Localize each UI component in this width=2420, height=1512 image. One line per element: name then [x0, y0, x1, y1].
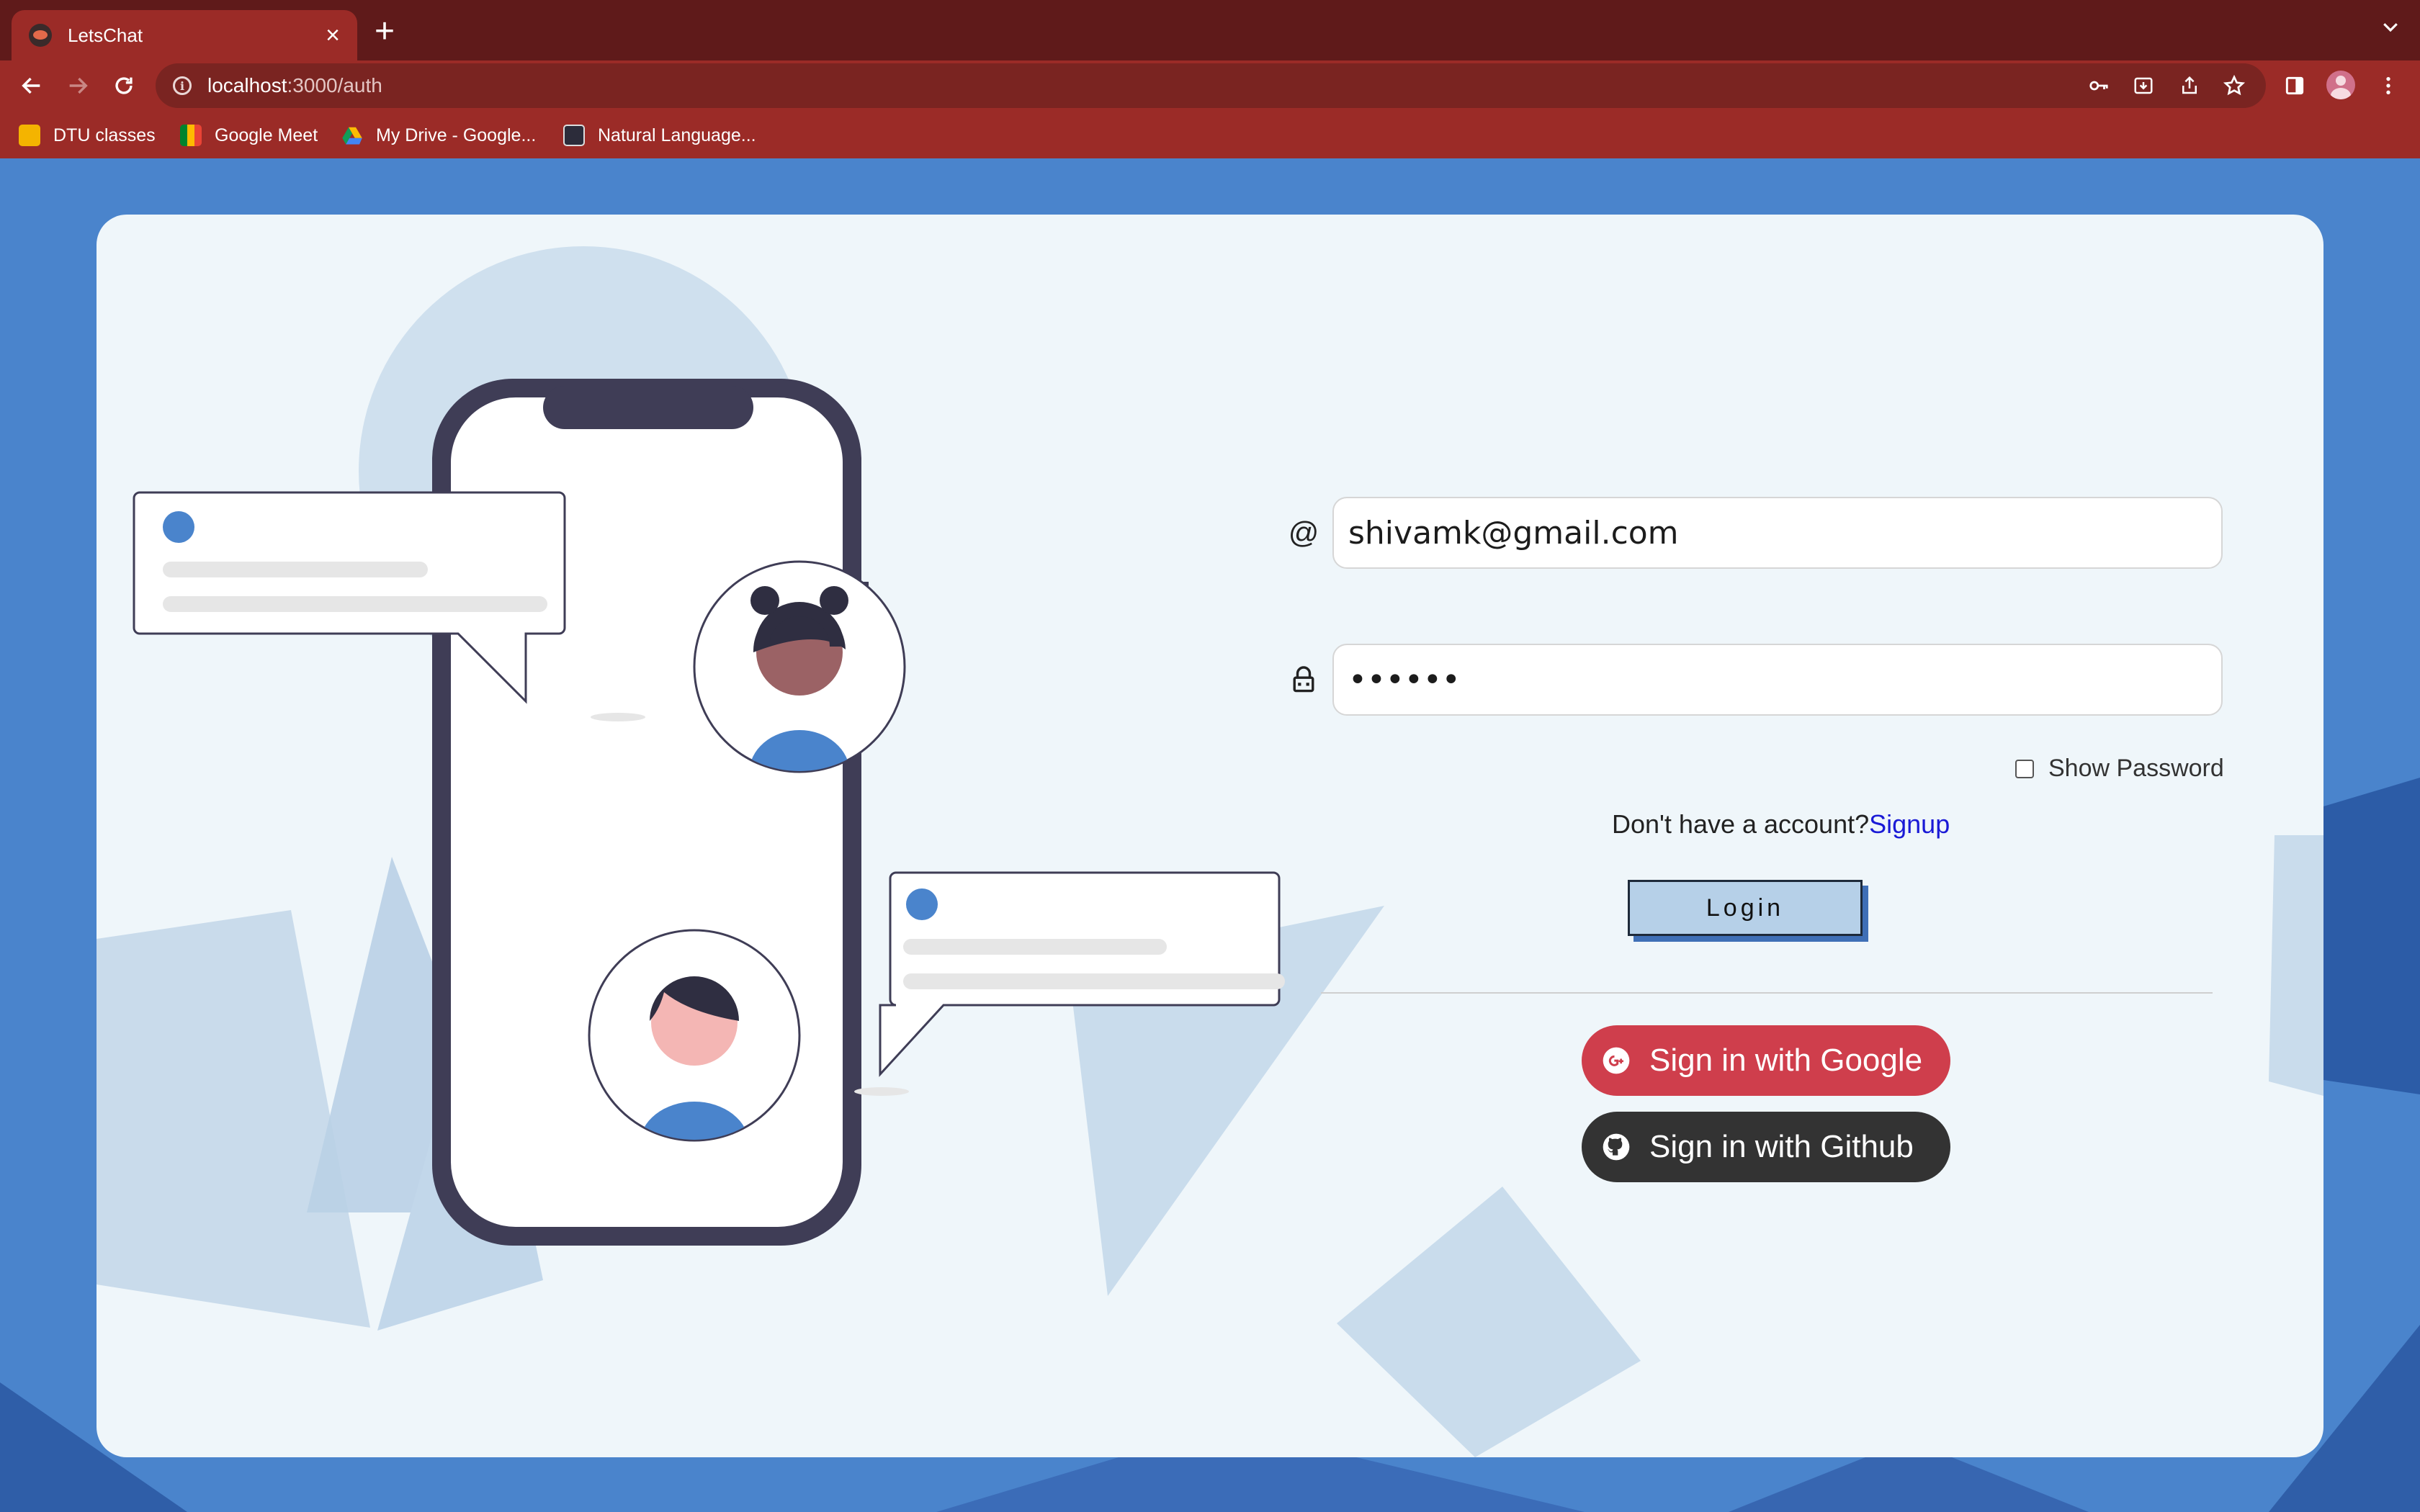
tab-strip: LetsChat × + — [0, 0, 2420, 60]
bookmark-label: DTU classes — [53, 125, 156, 145]
url-text: localhost:3000/auth — [207, 74, 382, 96]
bookmark-dtu-classes[interactable]: DTU classes — [19, 124, 156, 147]
google-plus-icon — [1603, 1047, 1630, 1074]
side-panel-icon[interactable] — [2280, 71, 2309, 100]
tab-search-chevron-icon[interactable] — [2380, 16, 2401, 41]
key-icon[interactable] — [2086, 73, 2112, 99]
password-field[interactable] — [1332, 644, 2223, 716]
tab-title: LetsChat — [68, 24, 143, 46]
show-password-checkbox[interactable] — [2015, 759, 2034, 778]
site-info-icon[interactable]: i — [173, 76, 192, 95]
bookmark-natural-language[interactable]: Natural Language... — [563, 124, 756, 147]
show-password-label: Show Password — [2048, 755, 2224, 782]
google-signin-button[interactable]: Sign in with Google — [1582, 1025, 1950, 1096]
install-app-icon[interactable] — [2130, 73, 2156, 99]
bookmark-label: My Drive - Google... — [376, 125, 537, 145]
google-classroom-icon — [19, 125, 40, 146]
github-signin-label: Sign in with Github — [1649, 1129, 1914, 1164]
bottom-bubble-dot — [906, 888, 938, 920]
signup-prompt: Don't have a account?Signup — [1612, 809, 1950, 840]
bookmarks-bar: DTU classes Google Meet My Drive - Googl… — [0, 111, 2420, 158]
chat-illustration — [133, 379, 1285, 1246]
more-menu-icon[interactable] — [2374, 71, 2403, 100]
password-row — [1289, 644, 2223, 716]
bookmark-label: Natural Language... — [598, 125, 756, 145]
bookmark-my-drive[interactable]: My Drive - Google... — [341, 124, 536, 147]
tab-letschat[interactable]: LetsChat × — [12, 10, 357, 60]
lock-icon — [1289, 665, 1318, 694]
signup-link[interactable]: Signup — [1869, 809, 1950, 839]
phone-notch — [543, 386, 753, 429]
forward-arrow-icon[interactable] — [63, 71, 92, 100]
address-bar[interactable]: i localhost:3000/auth — [156, 63, 2266, 108]
share-icon[interactable] — [2177, 73, 2202, 99]
no-account-text: Don't have a account? — [1612, 809, 1870, 839]
page-background: @ Show Password Don't have a account?Sig… — [0, 158, 2420, 1512]
github-signin-button[interactable]: Sign in with Github — [1582, 1112, 1950, 1182]
login-button[interactable]: Login — [1628, 880, 1863, 936]
profile-avatar[interactable] — [2326, 71, 2355, 99]
bookmark-star-icon[interactable] — [2221, 73, 2247, 99]
bookmark-label: Google Meet — [215, 125, 318, 145]
bookmark-google-meet[interactable]: Google Meet — [180, 124, 318, 147]
website-icon — [563, 125, 585, 146]
browser-toolbar: i localhost:3000/auth — [0, 60, 2420, 111]
google-drive-icon — [342, 127, 362, 145]
email-row: @ — [1289, 497, 2223, 569]
at-sign-icon: @ — [1288, 516, 1319, 549]
github-icon — [1603, 1133, 1630, 1161]
reload-icon[interactable] — [109, 71, 138, 100]
back-arrow-icon[interactable] — [17, 71, 46, 100]
login-card — [97, 215, 2323, 1457]
google-signin-label: Sign in with Google — [1649, 1043, 1923, 1078]
top-bubble-dot — [163, 511, 194, 543]
letschat-favicon-icon — [29, 24, 52, 47]
new-tab-button[interactable]: + — [375, 14, 395, 49]
email-field[interactable] — [1332, 497, 2223, 569]
google-meet-icon — [180, 125, 202, 146]
close-tab-icon[interactable]: × — [326, 23, 340, 48]
divider — [1321, 992, 2213, 994]
show-password-toggle[interactable]: Show Password — [2015, 755, 2224, 783]
